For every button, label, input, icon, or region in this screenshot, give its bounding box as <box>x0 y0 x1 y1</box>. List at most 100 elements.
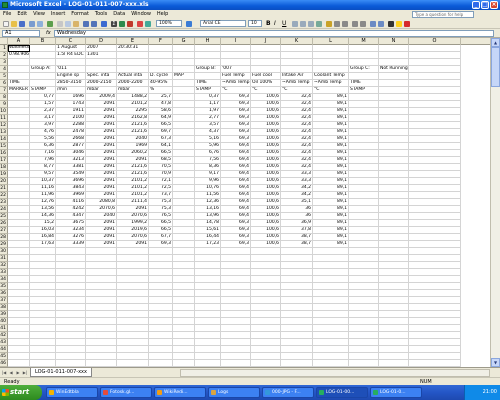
cell-m8[interactable] <box>349 94 379 101</box>
cell-f17[interactable]: 68,5 <box>149 157 173 164</box>
cell-m26[interactable] <box>349 220 379 227</box>
row-header[interactable]: 46 <box>0 360 8 367</box>
cell-c4[interactable]: '011 <box>56 66 86 73</box>
cell-h1[interactable] <box>195 45 221 52</box>
row-header[interactable]: 30 <box>0 248 8 255</box>
cell-e44[interactable] <box>117 346 149 353</box>
cell-o36[interactable] <box>409 290 461 297</box>
cell-c26[interactable]: 3675 <box>56 220 86 227</box>
cell-l9[interactable]: 89,1 <box>313 101 349 108</box>
cell-f42[interactable] <box>149 332 173 339</box>
cell-n13[interactable] <box>379 129 409 136</box>
cell-e40[interactable] <box>117 318 149 325</box>
cell-n26[interactable] <box>379 220 409 227</box>
font-select[interactable]: Arial CE <box>200 20 246 27</box>
zoom-select[interactable]: 100% <box>156 20 182 27</box>
cell-i10[interactable]: 69,3 <box>221 108 251 115</box>
cell-l43[interactable] <box>313 339 349 346</box>
cell-a3[interactable] <box>8 59 30 66</box>
cell-f18[interactable]: 70,5 <box>149 164 173 171</box>
cell-g10[interactable] <box>173 108 195 115</box>
cell-l37[interactable] <box>313 297 349 304</box>
cell-c21[interactable]: 3843 <box>56 185 86 192</box>
row-header[interactable]: 4 <box>0 66 8 73</box>
cell-h11[interactable]: 2,77 <box>195 115 221 122</box>
cell-i24[interactable]: 69,4 <box>221 206 251 213</box>
cell-k2[interactable] <box>281 52 313 59</box>
cell-e24[interactable]: 2091 <box>117 206 149 213</box>
cell-k43[interactable] <box>281 339 313 346</box>
cell-b10[interactable]: 2,37 <box>30 108 56 115</box>
cell-f41[interactable] <box>149 325 173 332</box>
cell-g7[interactable] <box>173 87 195 94</box>
menu-item-window[interactable]: Window <box>128 10 154 19</box>
cell-i23[interactable]: 69,4 <box>221 199 251 206</box>
cell-b38[interactable] <box>30 304 56 311</box>
cell-j44[interactable] <box>251 346 281 353</box>
cell-c46[interactable] <box>56 360 86 367</box>
cell-f24[interactable]: 75,3 <box>149 206 173 213</box>
cell-h19[interactable]: 9,17 <box>195 171 221 178</box>
cell-m22[interactable] <box>349 192 379 199</box>
cell-e31[interactable] <box>117 255 149 262</box>
row-header[interactable]: 5 <box>0 73 8 80</box>
cell-j27[interactable]: 100,6 <box>251 227 281 234</box>
cell-i12[interactable]: 69,3 <box>221 122 251 129</box>
cell-n22[interactable] <box>379 192 409 199</box>
cell-c44[interactable] <box>56 346 86 353</box>
cell-g34[interactable] <box>173 276 195 283</box>
cell-h32[interactable] <box>195 262 221 269</box>
cell-i4[interactable]: '007 <box>221 66 251 73</box>
name-box[interactable]: A1 <box>2 30 40 37</box>
cell-o42[interactable] <box>409 332 461 339</box>
cell-o8[interactable] <box>409 94 461 101</box>
cell-j7[interactable]: °C <box>251 87 281 94</box>
row-header[interactable]: 18 <box>0 164 8 171</box>
row-header[interactable]: 41 <box>0 325 8 332</box>
cell-o19[interactable] <box>409 171 461 178</box>
cell-d35[interactable] <box>86 283 117 290</box>
cell-m20[interactable] <box>349 178 379 185</box>
cell-h33[interactable] <box>195 269 221 276</box>
row-header[interactable]: 2 <box>0 52 8 59</box>
cell-f35[interactable] <box>149 283 173 290</box>
cell-j42[interactable] <box>251 332 281 339</box>
row-header[interactable]: 16 <box>0 150 8 157</box>
row-header[interactable]: 10 <box>0 108 8 115</box>
cell-l2[interactable] <box>313 52 349 59</box>
cell-o37[interactable] <box>409 297 461 304</box>
cell-e39[interactable] <box>117 311 149 318</box>
cell-g1[interactable] <box>173 45 195 52</box>
cell-f19[interactable]: 70,9 <box>149 171 173 178</box>
comma-style-icon[interactable] <box>342 21 348 27</box>
drawing-icon[interactable] <box>145 21 151 27</box>
cell-h5[interactable] <box>195 73 221 80</box>
cell-f22[interactable]: 73,7 <box>149 192 173 199</box>
cell-d31[interactable] <box>86 255 117 262</box>
cell-m38[interactable] <box>349 304 379 311</box>
cell-o7[interactable] <box>409 87 461 94</box>
cell-c36[interactable] <box>56 290 86 297</box>
row-header[interactable]: 23 <box>0 199 8 206</box>
row-header[interactable]: 14 <box>0 136 8 143</box>
cell-o13[interactable] <box>409 129 461 136</box>
cell-j19[interactable]: 100,6 <box>251 171 281 178</box>
cell-k17[interactable]: 32,4 <box>281 157 313 164</box>
cell-k6[interactable]: ~Amb Temp <box>281 80 313 87</box>
row-header[interactable]: 19 <box>0 171 8 178</box>
cell-h44[interactable] <box>195 346 221 353</box>
cell-a6[interactable]: TIME <box>8 80 30 87</box>
row-header[interactable]: 33 <box>0 269 8 276</box>
cell-e28[interactable]: 2070,6 <box>117 234 149 241</box>
cell-b39[interactable] <box>30 311 56 318</box>
cell-m10[interactable] <box>349 108 379 115</box>
cell-g25[interactable] <box>173 213 195 220</box>
cell-g3[interactable] <box>173 59 195 66</box>
cell-c35[interactable] <box>56 283 86 290</box>
cell-b40[interactable] <box>30 318 56 325</box>
cell-l27[interactable]: 89,1 <box>313 227 349 234</box>
cell-l42[interactable] <box>313 332 349 339</box>
cell-f1[interactable] <box>149 45 173 52</box>
cell-d34[interactable] <box>86 276 117 283</box>
cell-n24[interactable] <box>379 206 409 213</box>
